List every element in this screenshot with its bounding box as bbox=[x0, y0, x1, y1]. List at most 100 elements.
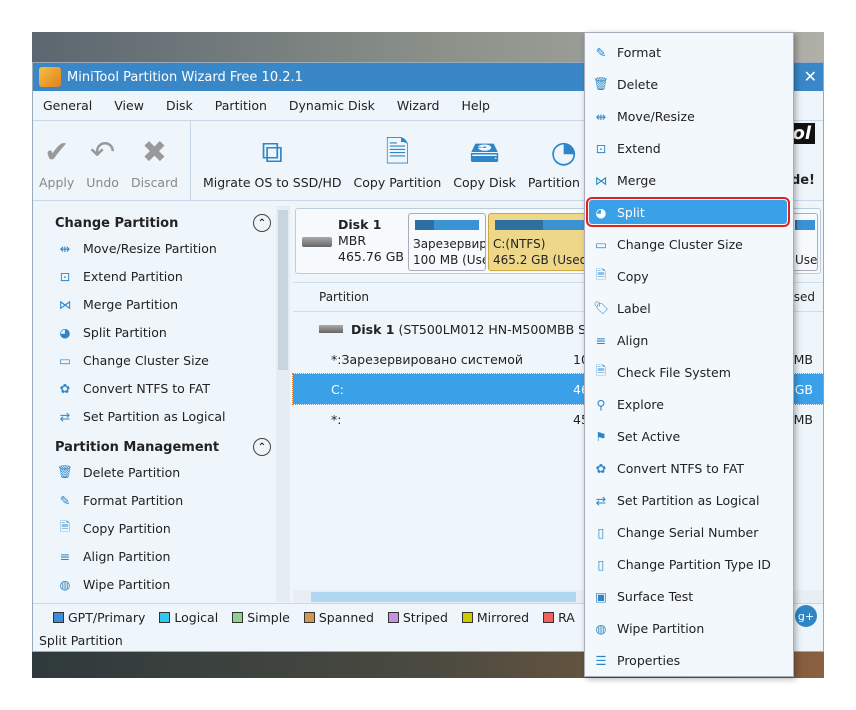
action-label: Copy Partition bbox=[83, 520, 171, 536]
action-format-partition[interactable]: ✎ Format Partition bbox=[33, 486, 291, 514]
action-change-cluster-size[interactable]: ▭ Change Cluster Size bbox=[33, 346, 291, 374]
menu-item-extend[interactable]: ⊡ Extend bbox=[585, 132, 793, 164]
menu-view[interactable]: View bbox=[114, 98, 144, 113]
menu-item-label: Copy bbox=[617, 268, 649, 284]
legend-label: Spanned bbox=[318, 610, 374, 625]
legend-gpt-primary: GPT/Primary bbox=[53, 610, 145, 625]
legend-striped: Striped bbox=[387, 610, 448, 625]
partition-detail: 100 MB (Use bbox=[413, 253, 486, 267]
partition-block[interactable]: Use bbox=[792, 213, 818, 271]
disk-type: MBR bbox=[338, 233, 367, 248]
menu-item-properties[interactable]: ☰ Properties bbox=[585, 644, 793, 676]
action-set-partition-as-logical[interactable]: ⇄ Set Partition as Logical bbox=[33, 402, 291, 430]
collapse-icon[interactable]: ⌃ bbox=[253, 214, 271, 232]
partition-block[interactable]: Зарезервир 100 MB (Use bbox=[408, 213, 486, 271]
move-resize-partition-icon: ⇹ bbox=[59, 240, 71, 256]
copy-icon: 🗎 bbox=[595, 266, 607, 282]
menu-item-label: Delete bbox=[617, 76, 659, 92]
menu-item-label[interactable]: 🏷 Label bbox=[585, 292, 793, 324]
menu-item-merge[interactable]: ⋈ Merge bbox=[585, 164, 793, 196]
menu-item-move-resize[interactable]: ⇹ Move/Resize bbox=[585, 100, 793, 132]
toolbar-label: Apply bbox=[39, 175, 75, 190]
discard-button[interactable]: ✖ Discard bbox=[125, 121, 184, 200]
menu-item-set-partition-as-logical[interactable]: ⇄ Set Partition as Logical bbox=[585, 484, 793, 516]
menu-item-label: Set Active bbox=[617, 428, 681, 444]
discard-icon: ✖ bbox=[141, 135, 168, 170]
collapse-icon[interactable]: ⌃ bbox=[253, 438, 271, 456]
action-convert-ntfs-to-fat[interactable]: ✿ Convert NTFS to FAT bbox=[33, 374, 291, 402]
action-merge-partition[interactable]: ⋈ Merge Partition bbox=[33, 290, 291, 318]
menu-item-format[interactable]: ✎ Format bbox=[585, 36, 793, 68]
copy-disk-icon: 🖴 bbox=[469, 135, 500, 170]
copy-partition-button[interactable]: 🗎 Copy Partition bbox=[348, 121, 448, 200]
action-label: Convert NTFS to FAT bbox=[83, 380, 211, 396]
set-partition-as-logical-icon: ⇄ bbox=[59, 408, 71, 424]
action-copy-partition[interactable]: 🗎 Copy Partition bbox=[33, 514, 291, 542]
action-split-partition[interactable]: ◕ Split Partition bbox=[33, 318, 291, 346]
menu-item-align[interactable]: ≡ Align bbox=[585, 324, 793, 356]
action-label: Merge Partition bbox=[83, 296, 179, 312]
menu-item-label: Surface Test bbox=[617, 588, 694, 604]
menu-item-check-file-system[interactable]: 🗎 Check File System bbox=[585, 356, 793, 388]
menu-wizard[interactable]: Wizard bbox=[397, 98, 440, 113]
migrate-os-to-ssd-hd-icon: ⧉ bbox=[261, 135, 283, 170]
menu-item-label: Format bbox=[617, 44, 662, 60]
menu-general[interactable]: General bbox=[43, 98, 92, 113]
action-wipe-partition[interactable]: ◍ Wipe Partition bbox=[33, 570, 291, 598]
disk-drive-icon bbox=[319, 325, 343, 333]
action-label: Set Partition as Logical bbox=[83, 408, 226, 424]
legend-label: Striped bbox=[402, 610, 448, 625]
menu-item-explore[interactable]: ⚲ Explore bbox=[585, 388, 793, 420]
legend-label: Simple bbox=[247, 610, 290, 625]
action-delete-partition[interactable]: 🗑 Delete Partition bbox=[33, 458, 291, 486]
explore-icon: ⚲ bbox=[596, 396, 606, 412]
menu-dynamic-disk[interactable]: Dynamic Disk bbox=[289, 98, 375, 113]
apply-button[interactable]: ✔ Apply bbox=[33, 121, 80, 200]
menu-item-change-cluster-size[interactable]: ▭ Change Cluster Size bbox=[585, 228, 793, 260]
action-extend-partition[interactable]: ⊡ Extend Partition bbox=[33, 262, 291, 290]
upgrade-link[interactable]: de! bbox=[791, 173, 815, 188]
undo-button[interactable]: ↶ Undo bbox=[80, 121, 125, 200]
menu-item-set-active[interactable]: ⚑ Set Active bbox=[585, 420, 793, 452]
menu-item-label: Align bbox=[617, 332, 649, 348]
menu-item-label: Set Partition as Logical bbox=[617, 492, 760, 508]
set-active-icon: ⚑ bbox=[595, 428, 607, 444]
close-icon[interactable]: ✕ bbox=[804, 67, 817, 86]
legend-swatch bbox=[387, 612, 399, 623]
partition-used: GB bbox=[794, 381, 813, 397]
menu-item-label: Change Cluster Size bbox=[617, 236, 743, 252]
menu-item-label: Merge bbox=[617, 172, 657, 188]
split-partition-icon: ◕ bbox=[59, 324, 71, 340]
menu-help[interactable]: Help bbox=[461, 98, 490, 113]
google-plus-icon[interactable]: g+ bbox=[795, 605, 817, 627]
legend-ra: RA bbox=[543, 610, 575, 625]
legend-spanned: Spanned bbox=[303, 610, 374, 625]
menu-item-surface-test[interactable]: ▣ Surface Test bbox=[585, 580, 793, 612]
copy-disk-button[interactable]: 🖴 Copy Disk bbox=[447, 121, 522, 200]
action-move-resize-partition[interactable]: ⇹ Move/Resize Partition bbox=[33, 234, 291, 262]
legend-simple: Simple bbox=[232, 610, 290, 625]
menu-item-wipe-partition[interactable]: ◍ Wipe Partition bbox=[585, 612, 793, 644]
menu-item-change-partition-type-id[interactable]: ▯ Change Partition Type ID bbox=[585, 548, 793, 580]
menu-item-copy[interactable]: 🗎 Copy bbox=[585, 260, 793, 292]
disk-size: 465.76 GB bbox=[338, 249, 404, 264]
action-label: Format Partition bbox=[83, 492, 184, 508]
menu-item-delete[interactable]: 🗑 Delete bbox=[585, 68, 793, 100]
partition-used: MB bbox=[793, 351, 813, 367]
menu-item-convert-ntfs-to-fat[interactable]: ✿ Convert NTFS to FAT bbox=[585, 452, 793, 484]
status-bar: Split Partition bbox=[39, 633, 123, 648]
column-used[interactable]: sed bbox=[794, 290, 815, 304]
menu-item-split[interactable]: ◕ Split bbox=[586, 197, 790, 227]
action-label: Change Cluster Size bbox=[83, 352, 209, 368]
menu-disk[interactable]: Disk bbox=[166, 98, 193, 113]
section-title: Partition Management bbox=[55, 439, 220, 455]
left-scrollbar[interactable] bbox=[276, 206, 290, 602]
action-align-partition[interactable]: ≡ Align Partition bbox=[33, 542, 291, 570]
migrate-os-to-ssd-hd-button[interactable]: ⧉ Migrate OS to SSD/HD bbox=[197, 121, 348, 200]
legend-label: Logical bbox=[174, 610, 219, 625]
menu-partition[interactable]: Partition bbox=[215, 98, 267, 113]
partition-name: *:Зарезервировано системой bbox=[331, 351, 523, 367]
menu-item-change-serial-number[interactable]: ▯ Change Serial Number bbox=[585, 516, 793, 548]
copy-partition-icon: 🗎 bbox=[385, 135, 410, 170]
partition-block-selected[interactable]: C:(NTFS) 465.2 GB (Used: bbox=[488, 213, 598, 271]
